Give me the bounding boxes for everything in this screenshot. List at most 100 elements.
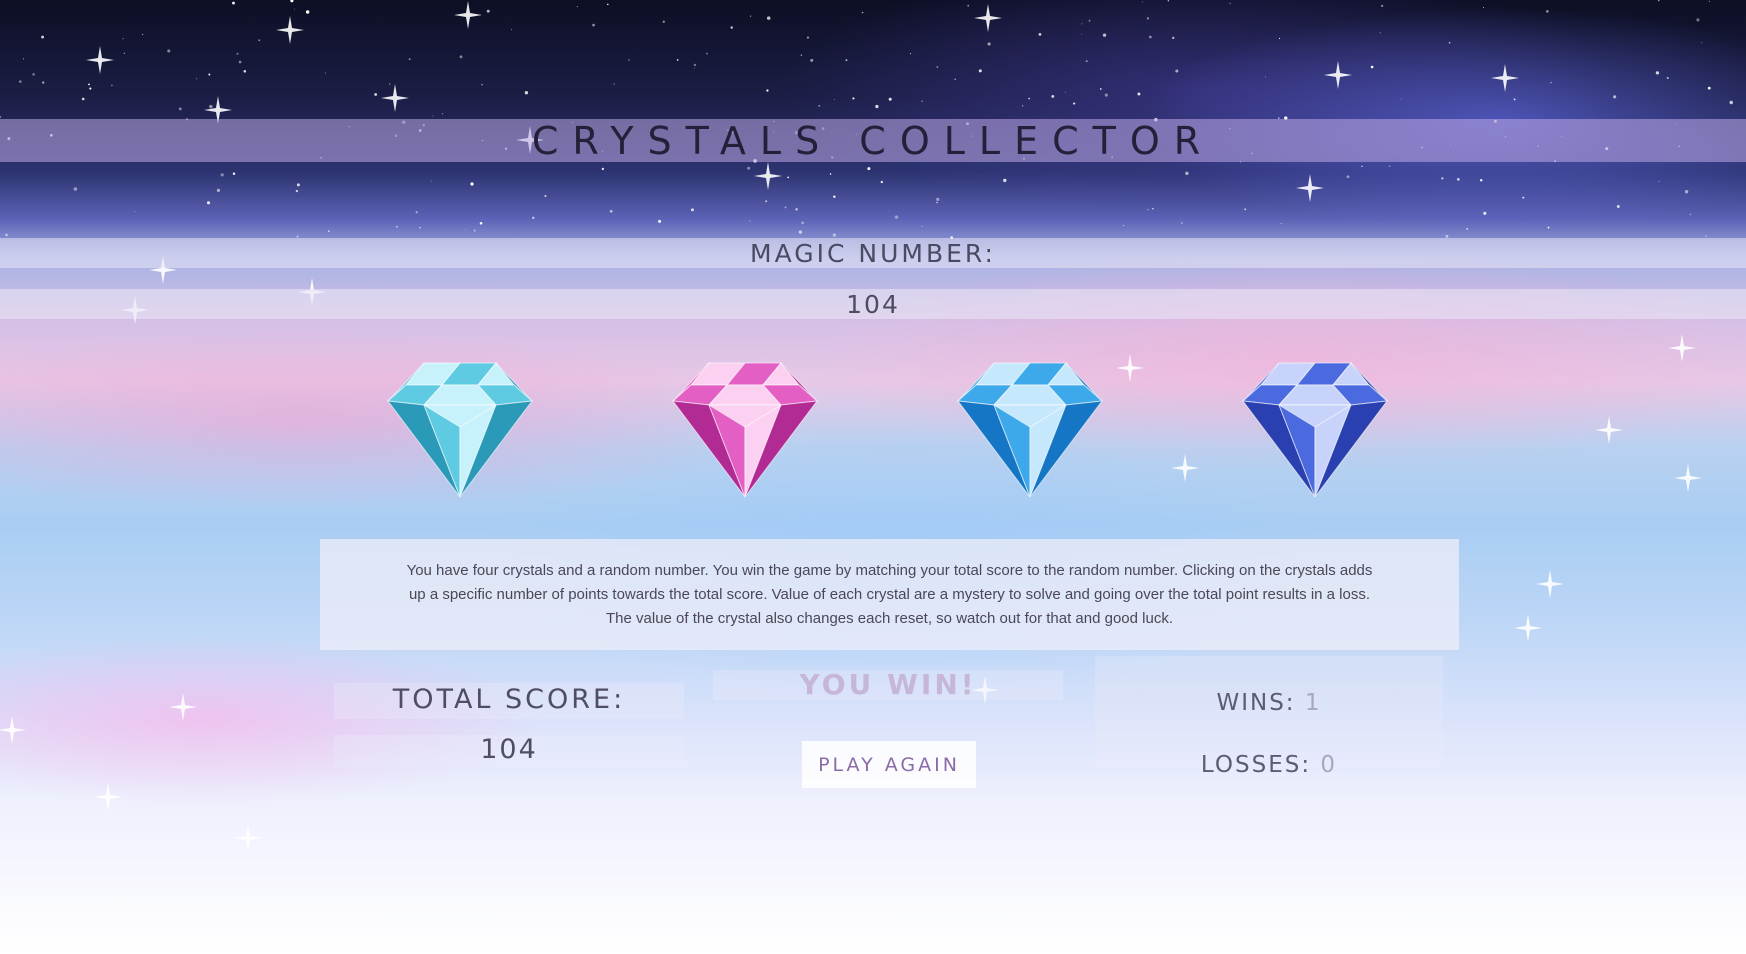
star-dot xyxy=(1483,211,1487,215)
star-dot xyxy=(1181,222,1183,224)
star-dot xyxy=(88,83,90,86)
star-dot xyxy=(1483,7,1484,8)
star-dot xyxy=(693,63,697,67)
star-dot xyxy=(1147,209,1149,211)
star-dot xyxy=(787,176,790,179)
star-dot xyxy=(167,49,171,53)
star-dot xyxy=(1684,189,1689,194)
star-dot xyxy=(861,11,864,14)
star-dot xyxy=(479,221,483,225)
star-dot xyxy=(18,80,22,84)
star-dot xyxy=(142,33,144,36)
star-dot xyxy=(232,1,235,5)
star-dot xyxy=(324,72,326,74)
star-dot xyxy=(967,4,970,7)
star-dot xyxy=(832,233,837,237)
star-dot xyxy=(1073,102,1076,105)
losses-stat: LOSSES: 0 xyxy=(1095,752,1443,778)
star-dot xyxy=(1146,17,1149,20)
star-dot xyxy=(676,59,679,61)
star-dot xyxy=(894,215,899,219)
star-dot xyxy=(795,208,798,211)
star-dot xyxy=(216,188,221,193)
star-dot xyxy=(328,230,330,232)
star-dot xyxy=(1122,224,1124,226)
crystal-2-button[interactable] xyxy=(669,355,821,501)
star-dot xyxy=(1657,0,1660,2)
star-dot xyxy=(834,99,836,100)
page-title: CRYSTALS COLLECTOR xyxy=(531,118,1215,163)
star-dot xyxy=(81,97,85,101)
star-dot xyxy=(41,81,45,84)
sparkle xyxy=(1324,61,1352,89)
star-dot xyxy=(1613,95,1617,99)
total-score-value: 104 xyxy=(480,734,538,765)
wins-stat: WINS: 1 xyxy=(1095,690,1443,716)
play-again-button[interactable]: PLAY AGAIN xyxy=(802,741,976,788)
star-dot xyxy=(750,15,752,17)
star-dot xyxy=(89,87,92,90)
star-dot xyxy=(1038,33,1042,36)
losses-count: 0 xyxy=(1320,752,1338,778)
star-dot xyxy=(658,219,662,223)
star-dot xyxy=(936,201,938,204)
star-dot xyxy=(1100,88,1102,90)
sparkle xyxy=(86,46,114,74)
magic-number-value: 104 xyxy=(846,289,900,319)
star-dot xyxy=(1361,165,1363,168)
star-dot xyxy=(691,208,694,212)
crystal-4-button[interactable] xyxy=(1239,355,1391,501)
star-dot xyxy=(236,52,239,55)
star-dot xyxy=(1547,226,1550,229)
star-dot xyxy=(293,8,296,10)
star-dot xyxy=(442,113,444,115)
star-dot xyxy=(1185,171,1189,176)
star-dot xyxy=(32,73,35,76)
star-dot xyxy=(290,0,294,3)
star-dot xyxy=(1513,98,1516,101)
star-dot xyxy=(1137,92,1141,96)
star-dot xyxy=(524,91,529,95)
star-dot xyxy=(470,182,474,186)
crystal-3-button[interactable] xyxy=(954,355,1106,501)
losses-label: LOSSES: xyxy=(1200,752,1312,778)
sparkle xyxy=(169,693,197,721)
star-dot xyxy=(1381,4,1384,7)
star-dot xyxy=(1152,207,1154,210)
crystal-1-button[interactable] xyxy=(384,355,536,501)
star-dot xyxy=(1379,32,1381,34)
star-dot xyxy=(1081,23,1083,25)
sparkle xyxy=(1491,64,1519,92)
star-dot xyxy=(806,36,810,39)
star-dot xyxy=(389,83,391,85)
star-dot xyxy=(1466,227,1469,230)
star-dot xyxy=(829,173,832,175)
magic-number-label-bar: MAGIC NUMBER: xyxy=(0,238,1746,268)
star-dot xyxy=(628,59,630,61)
sparkle xyxy=(974,4,1002,32)
sparkle xyxy=(1536,570,1564,598)
star-dot xyxy=(613,83,615,85)
star-dot xyxy=(178,107,182,111)
star-dot xyxy=(798,230,803,234)
star-dot xyxy=(1456,177,1460,181)
star-dot xyxy=(1480,179,1483,182)
star-dot xyxy=(1175,69,1179,73)
star-dot xyxy=(1265,76,1267,78)
star-dot xyxy=(419,226,421,229)
star-dot xyxy=(1448,41,1451,44)
star-dot xyxy=(206,201,211,205)
star-dot xyxy=(662,20,665,23)
title-bar: CRYSTALS COLLECTOR xyxy=(0,118,1746,163)
star-dot xyxy=(833,195,836,198)
star-dot xyxy=(1003,178,1007,183)
star-dot xyxy=(473,229,476,232)
sparkle xyxy=(0,716,26,744)
star-dot xyxy=(1102,33,1107,37)
star-dot xyxy=(954,78,956,80)
star-dot xyxy=(1229,2,1231,5)
magic-number-bar: 104 xyxy=(0,289,1746,319)
star-dot xyxy=(243,69,247,73)
star-dot xyxy=(1172,36,1175,40)
star-dot xyxy=(486,9,490,13)
